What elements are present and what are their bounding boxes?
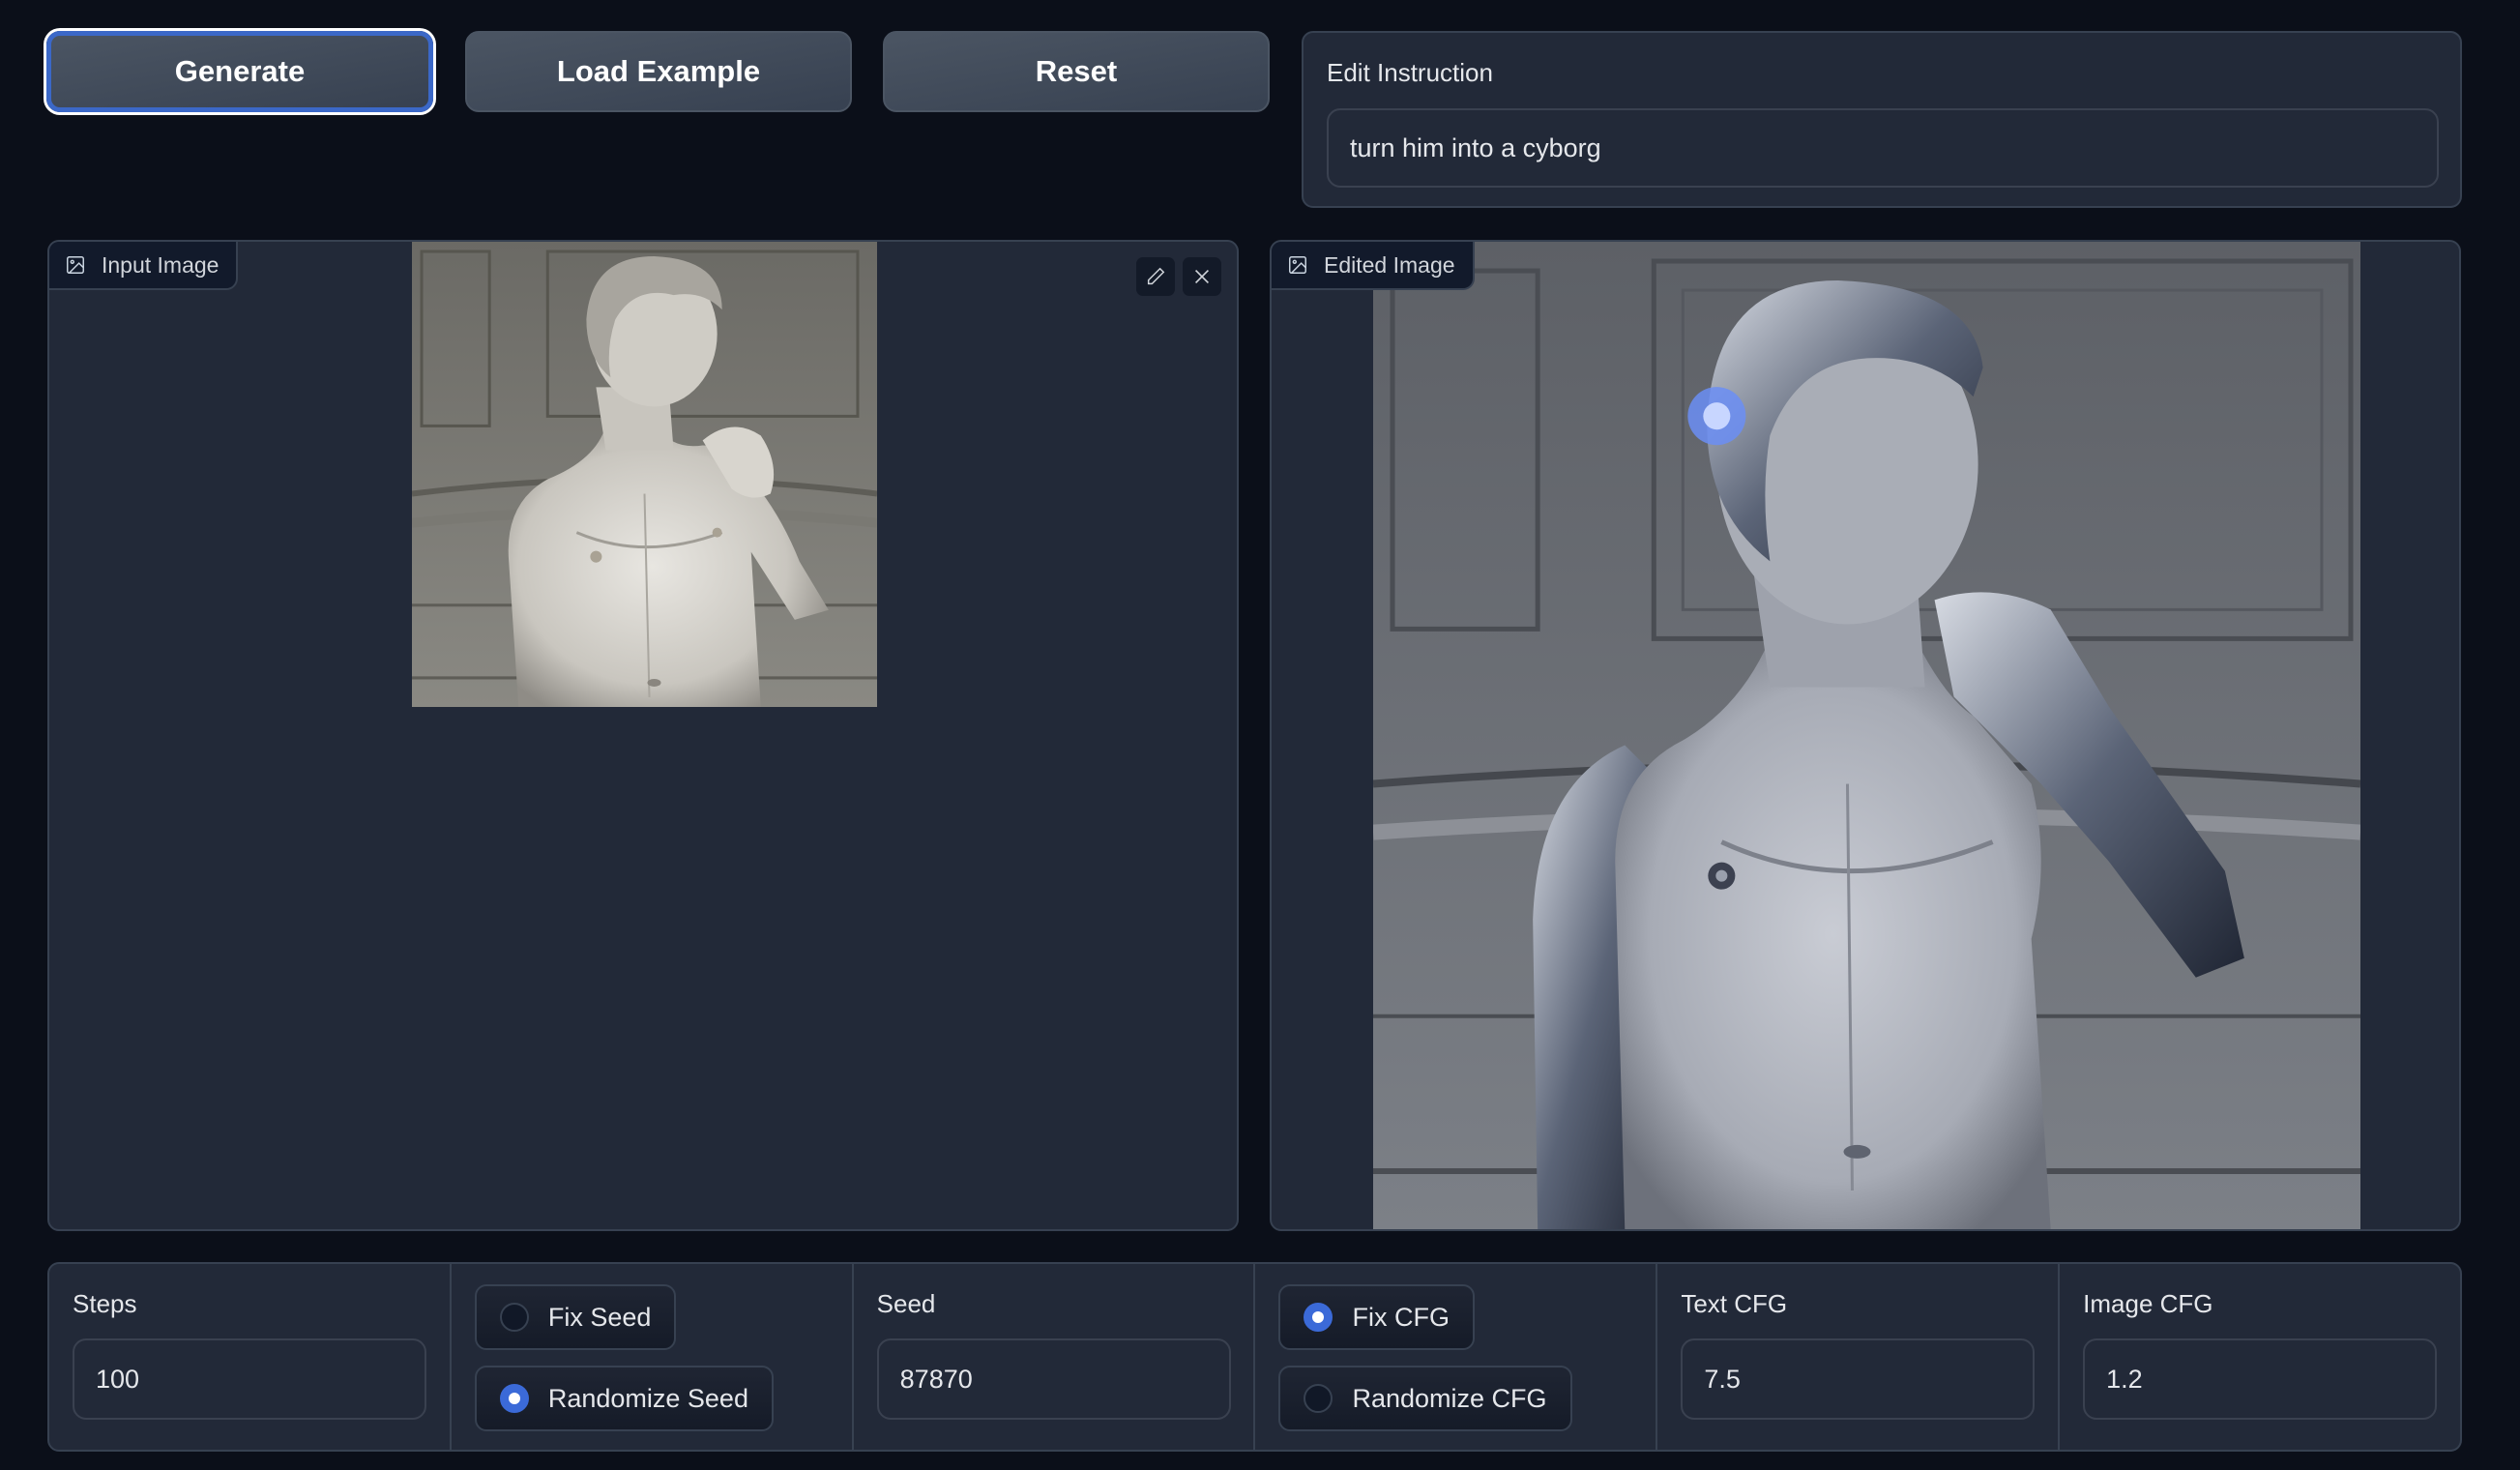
randomize-cfg-label: Randomize CFG: [1352, 1383, 1547, 1413]
input-image-panel[interactable]: Input Image: [47, 240, 1239, 1231]
edited-image-label: Edited Image: [1324, 251, 1455, 278]
text-cfg-input[interactable]: 7.5: [1681, 1338, 2036, 1420]
input-image-label: Input Image: [102, 251, 220, 278]
close-icon: [1194, 269, 1210, 284]
generate-button[interactable]: Generate: [46, 31, 433, 112]
edit-instruction-input[interactable]: [1327, 108, 2439, 188]
pencil-icon: [1147, 267, 1165, 285]
image-icon: [1289, 256, 1306, 274]
fix-seed-label: Fix Seed: [547, 1302, 652, 1332]
input-image: [412, 242, 877, 707]
input-image-label-tab: Input Image: [49, 242, 239, 290]
edited-image-panel: Edited Image: [1270, 240, 2461, 1231]
fix-seed-radio[interactable]: Fix Seed: [474, 1284, 677, 1350]
image-icon: [67, 256, 84, 274]
image-cfg-input[interactable]: 1.2: [2083, 1338, 2438, 1420]
edit-instruction-label: Edit Instruction: [1327, 58, 1493, 87]
parameters-panel: Steps 100 Fix Seed Randomize Seed Seed 8…: [47, 1262, 2462, 1452]
image-cfg-group: Image CFG 1.2: [2060, 1264, 2460, 1450]
text-cfg-label: Text CFG: [1681, 1289, 1788, 1318]
edit-image-button[interactable]: [1136, 257, 1175, 296]
reset-button[interactable]: Reset: [883, 31, 1270, 112]
seed-input[interactable]: 87870: [876, 1338, 1231, 1420]
fix-cfg-label: Fix CFG: [1352, 1302, 1450, 1332]
randomize-seed-radio[interactable]: Randomize Seed: [474, 1366, 774, 1431]
edited-image-label-tab: Edited Image: [1272, 242, 1475, 290]
steps-input[interactable]: 100: [73, 1338, 426, 1420]
steps-label: Steps: [73, 1289, 137, 1318]
load-example-button[interactable]: Load Example: [465, 31, 852, 112]
edit-instruction-panel: Edit Instruction: [1302, 31, 2462, 208]
randomize-seed-label: Randomize Seed: [547, 1383, 748, 1413]
cfg-mode-group: Fix CFG Randomize CFG: [1255, 1264, 1658, 1450]
clear-image-button[interactable]: [1183, 257, 1221, 296]
text-cfg-group: Text CFG 7.5: [1657, 1264, 2061, 1450]
seed-label: Seed: [876, 1289, 936, 1318]
radio-checked-icon: [1304, 1303, 1333, 1332]
seed-mode-group: Fix Seed Randomize Seed: [452, 1264, 854, 1450]
randomize-cfg-radio[interactable]: Randomize CFG: [1278, 1366, 1572, 1431]
radio-unchecked-icon: [499, 1303, 529, 1332]
radio-checked-icon: [499, 1384, 529, 1413]
radio-unchecked-icon: [1304, 1384, 1333, 1413]
edited-image: [1373, 242, 2360, 1229]
fix-cfg-radio[interactable]: Fix CFG: [1278, 1284, 1475, 1350]
seed-group: Seed 87870: [854, 1264, 1256, 1450]
steps-group: Steps 100: [49, 1264, 452, 1450]
image-cfg-label: Image CFG: [2083, 1289, 2213, 1318]
